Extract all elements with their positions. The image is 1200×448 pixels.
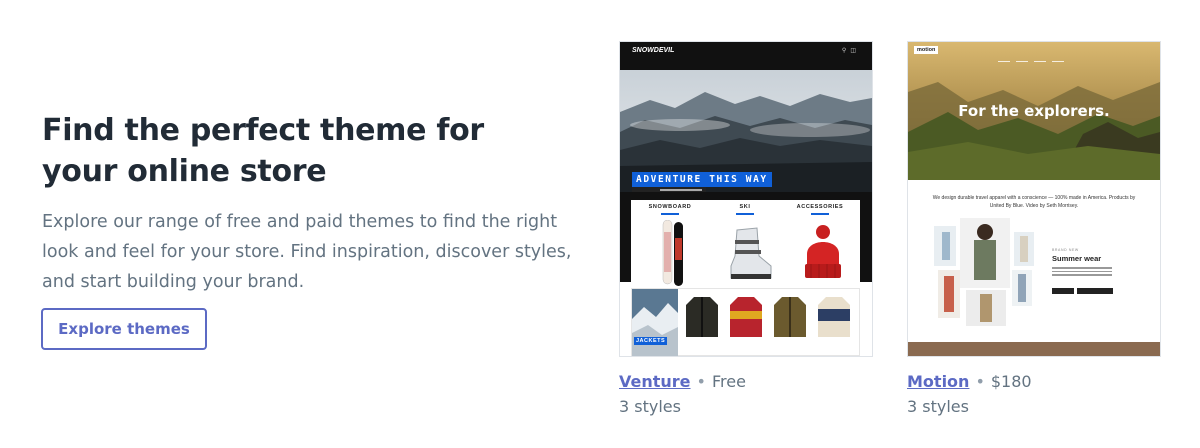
theme-name-link-venture[interactable]: Venture [619,372,691,391]
jacket-image [730,297,762,337]
preview-section-title: Summer wear [1052,254,1102,263]
theme-price-motion: $180 [990,372,1032,391]
preview-navbar: SNOWDEVIL ⚲◫ [620,42,872,75]
preview-logo: motion [914,46,939,54]
theme-preview-venture[interactable]: SNOWDEVIL ⚲◫ ADVENTURE THIS WAY SNOWBOAR… [619,41,873,357]
preview-category-accessories: ACCESSORIES [784,204,856,215]
preview-hero-image: ADVENTURE THIS WAY [620,70,872,192]
theme-meta-venture: Venture • Free [619,372,746,391]
preview-menu [998,49,1078,67]
page-title: Find the perfect theme for your online s… [42,113,484,189]
preview-hero-text: For the explorers. [958,102,1110,120]
separator-dot: • [975,372,985,391]
separator-dot: • [696,372,706,391]
preview-logo: SNOWDEVIL [632,47,675,54]
preview-section: BRAND NEW Summer wear [1052,248,1152,299]
preview-category-panel: SNOWBOARD SKI ACCESSORIES [631,200,860,298]
theme-price-venture: Free [711,372,746,391]
ski-boot-image [730,227,772,279]
page-description: Explore our range of free and paid theme… [42,212,572,292]
jacket-image [774,297,806,337]
search-cart-icons: ⚲◫ [841,48,860,54]
beanie-image [805,225,841,278]
preview-hero-text: ADVENTURE THIS WAY [632,172,772,187]
preview-category-ski: SKI [709,204,781,215]
preview-jackets-image: JACKETS [632,289,678,356]
theme-meta-motion: Motion • $180 [907,372,1032,391]
snowboard-image [662,220,683,286]
explore-themes-button[interactable]: Explore themes [41,308,207,350]
preview-jackets-label: JACKETS [634,337,668,345]
theme-preview-motion[interactable]: motion For the explorers. We design dura… [907,41,1161,357]
preview-menu [628,62,868,75]
preview-category-band: SNOWBOARD SKI ACCESSORIES [620,192,872,298]
theme-styles-motion: 3 styles [907,397,969,416]
jacket-image [686,297,718,337]
preview-tagline: We design durable travel apparel with a … [932,195,1136,209]
preview-models-image [934,218,1034,326]
theme-name-link-motion[interactable]: Motion [907,372,969,391]
preview-category-snowboard: SNOWBOARD [634,204,706,215]
preview-product-row: JACKETS [631,288,860,356]
theme-styles-venture: 3 styles [619,397,681,416]
preview-hero-image: motion For the explorers. [908,42,1160,180]
preview-footer-image [908,342,1160,356]
preview-section-kicker: BRAND NEW [1052,248,1079,252]
jacket-image [818,297,850,337]
